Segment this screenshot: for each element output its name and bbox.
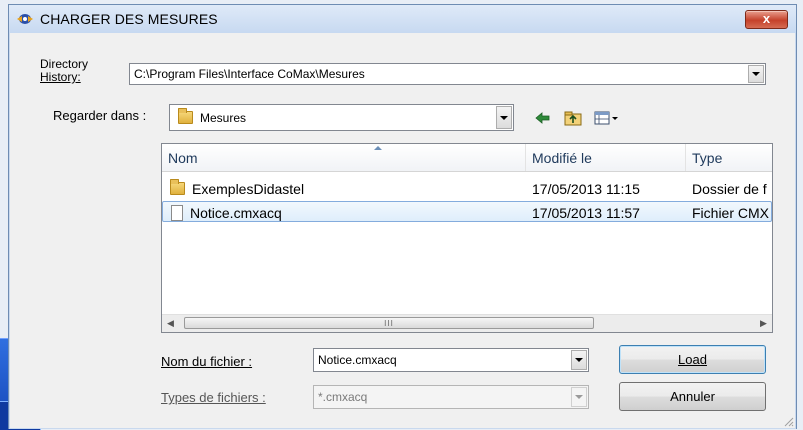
list-item[interactable]: ExemplesDidastel 17/05/2013 11:15 Dossie… xyxy=(162,178,772,199)
look-in-combo[interactable]: Mesures xyxy=(169,104,514,131)
load-button[interactable]: Load xyxy=(619,345,766,374)
scrollbar-thumb[interactable]: III xyxy=(184,317,594,329)
column-header-modified[interactable]: Modifié le xyxy=(526,144,686,171)
title-bar[interactable]: CHARGER DES MESURES x xyxy=(9,5,796,33)
filetype-label-text: Types de fichiers : xyxy=(161,390,266,405)
back-arrow-icon[interactable] xyxy=(533,109,553,127)
directory-history-value: C:\Program Files\Interface CoMax\Mesures xyxy=(134,67,365,81)
list-item-type: Fichier CMX xyxy=(692,204,770,221)
directory-history-combo[interactable]: C:\Program Files\Interface CoMax\Mesures xyxy=(129,63,766,85)
up-folder-icon[interactable] xyxy=(563,109,583,127)
list-item-name: ExemplesDidastel xyxy=(192,180,305,197)
filename-input[interactable]: Notice.cmxacq xyxy=(313,348,589,372)
dialog-title: CHARGER DES MESURES xyxy=(40,11,218,27)
scrollbar-grip: III xyxy=(384,318,394,328)
compass-icon xyxy=(17,14,33,24)
horizontal-scrollbar[interactable]: ◀ III ▶ xyxy=(162,314,772,332)
column-header-name-label: Nom xyxy=(168,149,198,166)
close-icon: x xyxy=(762,11,771,26)
close-button[interactable]: x xyxy=(745,10,788,29)
view-menu-icon[interactable] xyxy=(593,109,621,127)
load-button-label: Load xyxy=(678,352,707,367)
sort-ascending-icon xyxy=(374,146,382,150)
chevron-down-icon[interactable] xyxy=(571,350,587,370)
list-item-modified: 17/05/2013 11:15 xyxy=(532,180,640,197)
look-in-label: Regarder dans : xyxy=(53,108,147,123)
filename-label-text: Nom du fichier : xyxy=(161,354,253,369)
column-header-name[interactable]: Nom xyxy=(162,144,526,171)
file-list[interactable]: Nom Modifié le Type ExemplesDidastel 17/… xyxy=(161,143,773,333)
cancel-button[interactable]: Annuler xyxy=(619,382,766,411)
filename-label: Nom du fichier : xyxy=(161,354,252,369)
filetype-select[interactable]: *.cmxacq xyxy=(313,385,589,409)
column-header-type[interactable]: Type xyxy=(686,144,772,171)
directory-history-label: Directory History: xyxy=(40,58,88,84)
list-item-type: Dossier de f xyxy=(692,180,767,197)
file-list-header: Nom Modifié le Type xyxy=(162,144,772,172)
filetype-label: Types de fichiers : xyxy=(161,390,266,405)
scroll-left-icon[interactable]: ◀ xyxy=(162,315,179,332)
file-icon xyxy=(171,204,183,221)
filetype-value: *.cmxacq xyxy=(318,390,368,404)
navigation-toolbar xyxy=(533,109,621,127)
chevron-down-icon[interactable] xyxy=(748,65,764,83)
cancel-button-label: Annuler xyxy=(670,389,715,404)
directory-history-label-line2: History: xyxy=(40,70,81,84)
filename-value: Notice.cmxacq xyxy=(318,353,397,367)
list-item-name: Notice.cmxacq xyxy=(190,204,282,221)
look-in-value: Mesures xyxy=(200,110,247,125)
scroll-right-icon[interactable]: ▶ xyxy=(755,315,772,332)
load-measures-dialog: CHARGER DES MESURES x Directory History:… xyxy=(8,4,797,429)
chevron-down-icon[interactable] xyxy=(496,106,512,129)
list-item-selected[interactable]: Notice.cmxacq 17/05/2013 11:57 Fichier C… xyxy=(162,201,772,222)
column-header-modified-label: Modifié le xyxy=(532,149,592,166)
list-item-modified: 17/05/2013 11:57 xyxy=(532,204,640,221)
folder-icon xyxy=(170,179,185,195)
folder-icon xyxy=(178,108,193,124)
column-header-type-label: Type xyxy=(692,149,723,166)
chevron-down-icon[interactable] xyxy=(571,387,587,407)
resize-grip-icon[interactable] xyxy=(782,415,794,427)
